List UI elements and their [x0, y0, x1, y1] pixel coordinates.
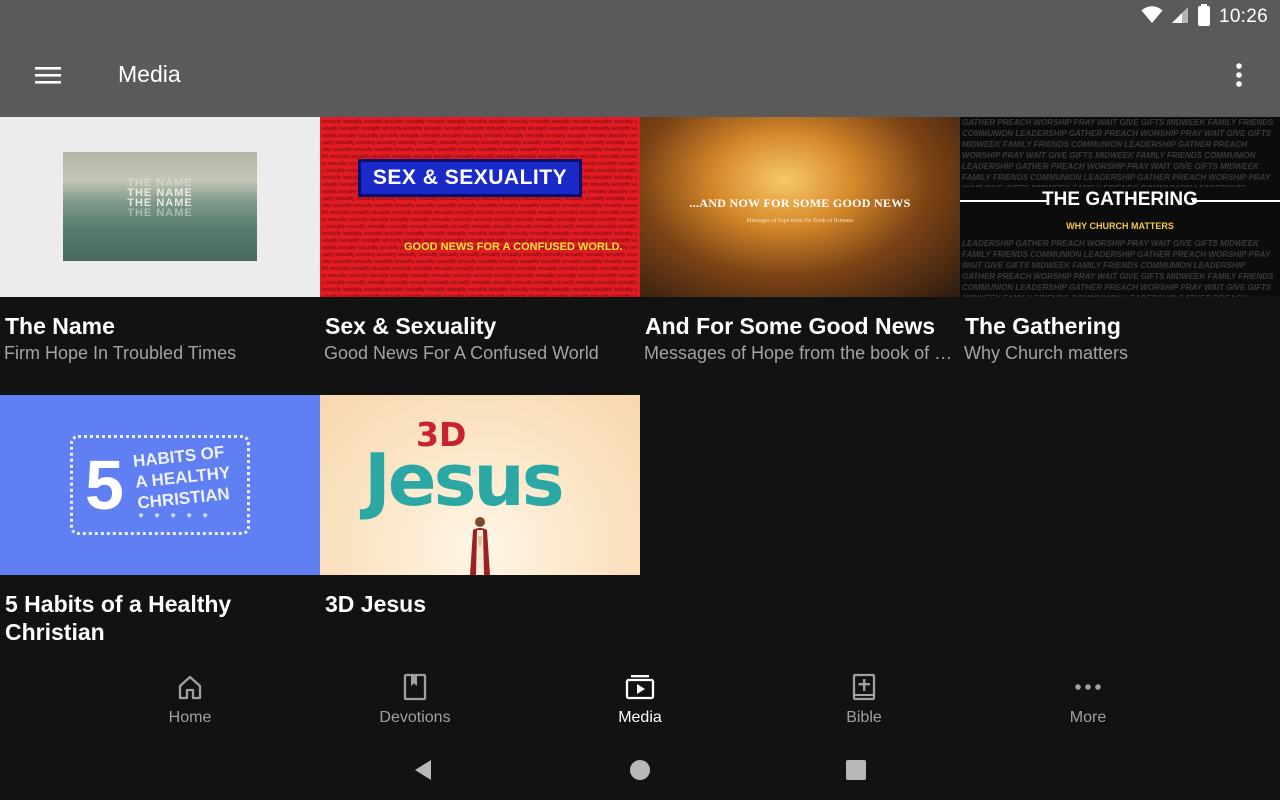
media-card-good-news[interactable]: ...AND NOW FOR SOME GOOD NEWS Messages o…: [640, 117, 960, 364]
home-circle-icon: [630, 760, 650, 780]
artwork-title-box: SEX & SEXUALITY: [358, 159, 582, 197]
nav-label: Media: [618, 709, 662, 726]
cell-signal-icon: [1171, 6, 1189, 29]
card-subtitle: Firm Hope In Troubled Times: [4, 343, 237, 363]
menu-button[interactable]: [22, 54, 74, 96]
media-thumbnail: 5 HABITS OF A HEALTHY CHRISTIAN ●●●●●: [0, 395, 320, 575]
artwork-tagline: WHY CHURCH MATTERS: [1066, 221, 1174, 231]
card-subtitle: Why Church matters: [964, 343, 1129, 363]
artwork-word: Jesus: [364, 438, 565, 522]
thumbnail-artwork: THE NAME THE NAME THE NAME THE NAME: [63, 152, 257, 261]
media-card-5-habits[interactable]: 5 HABITS OF A HEALTHY CHRISTIAN ●●●●● 5 …: [0, 395, 320, 646]
status-bar: 10:26: [0, 0, 1280, 34]
home-icon: [175, 672, 205, 702]
more-horizontal-icon: [1073, 672, 1103, 702]
card-title: 5 Habits of a Healthy Christian: [5, 591, 232, 645]
artwork-tagline: GOOD NEWS FOR A CONFUSED WORLD.: [404, 241, 623, 253]
overflow-menu-button[interactable]: [1218, 54, 1260, 96]
nav-item-more[interactable]: More: [1028, 672, 1148, 734]
nav-label: Home: [168, 709, 212, 726]
artwork-dots: ●●●●●: [138, 510, 219, 521]
app-bar: Media: [0, 34, 1280, 117]
media-thumbnail: sexuality sexuality sexuality sexuality …: [320, 117, 640, 297]
card-subtitle: Messages of Hope from the book of Romans: [644, 343, 957, 363]
media-card-the-gathering[interactable]: GATHER PREACH WORSHIP PRAY WAIT GIVE GIF…: [960, 117, 1280, 364]
artwork-title: THE GATHERING: [1042, 189, 1198, 210]
media-thumbnail: 3D Jesus: [320, 395, 640, 575]
bookmark-book-icon: [400, 672, 430, 702]
media-card-3d-jesus[interactable]: 3D Jesus 3D Jesus: [320, 395, 640, 618]
back-triangle-icon: [415, 760, 431, 780]
artwork-text: HABITS OF A HEALTHY CHRISTIAN: [132, 442, 231, 513]
card-title: The Gathering: [965, 313, 1121, 339]
artwork-title: SEX & SEXUALITY: [372, 166, 568, 189]
media-card-the-name[interactable]: THE NAME THE NAME THE NAME THE NAME The …: [0, 117, 320, 364]
nav-item-home[interactable]: Home: [130, 672, 250, 734]
system-home-button[interactable]: [620, 752, 660, 788]
status-icons: 10:26: [1141, 3, 1268, 31]
nav-label: Devotions: [379, 709, 451, 726]
media-thumbnail: ...AND NOW FOR SOME GOOD NEWS Messages o…: [640, 117, 960, 297]
artwork-number: 5: [85, 446, 124, 524]
page-title: Media: [118, 61, 181, 87]
card-title: 3D Jesus: [325, 591, 427, 617]
recents-square-icon: [846, 760, 866, 780]
card-subtitle: Good News For A Confused World: [324, 343, 599, 363]
nav-item-devotions[interactable]: Devotions: [355, 672, 475, 734]
more-vertical-icon: [1236, 63, 1242, 87]
system-navigation-bar: [0, 740, 1280, 800]
nav-item-bible[interactable]: Bible: [804, 672, 924, 734]
media-play-icon: [625, 672, 655, 702]
battery-icon: [1197, 3, 1211, 31]
artwork-pattern: sexuality sexuality sexuality sexuality …: [322, 119, 638, 297]
card-title: The Name: [5, 313, 115, 339]
system-back-button[interactable]: [403, 752, 443, 788]
nav-label: Bible: [846, 709, 882, 726]
artwork-title: ...AND NOW FOR SOME GOOD NEWS: [689, 196, 911, 210]
hamburger-menu-icon: [35, 67, 61, 84]
wifi-icon: [1141, 5, 1163, 29]
bottom-navigation: Home Devotions Media Bible More: [0, 660, 1280, 740]
artwork-tagline: Messages of hope from the Book of Romans: [746, 218, 854, 224]
media-thumbnail: THE NAME THE NAME THE NAME THE NAME: [0, 117, 320, 297]
card-title: And For Some Good News: [645, 313, 936, 339]
bible-plus-icon: [849, 672, 879, 702]
card-title: Sex & Sexuality: [325, 313, 497, 339]
clock: 10:26: [1218, 6, 1268, 27]
artwork-text: THE NAME: [127, 177, 193, 189]
praying-figure-icon: [470, 517, 490, 575]
system-recents-button[interactable]: [836, 752, 876, 788]
nav-label: More: [1069, 709, 1107, 726]
nav-item-media[interactable]: Media: [580, 672, 700, 734]
media-card-sex-sexuality[interactable]: sexuality sexuality sexuality sexuality …: [320, 117, 640, 364]
media-thumbnail: GATHER PREACH WORSHIP PRAY WAIT GIVE GIF…: [960, 117, 1280, 297]
artwork-text: THE NAME: [127, 207, 193, 219]
